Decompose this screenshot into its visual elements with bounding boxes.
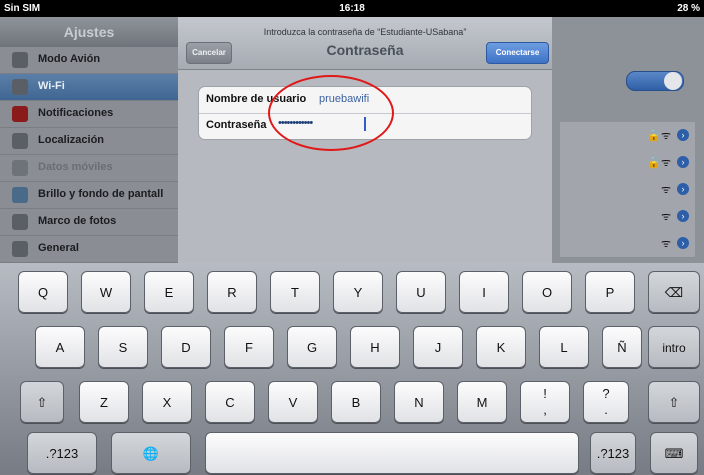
sidebar-item-brightness[interactable]: Brillo y fondo de pantall	[0, 182, 178, 209]
key-a[interactable]: A	[35, 326, 85, 368]
sidebar-item-wifi[interactable]: Wi-Fi	[0, 74, 178, 101]
settings-title: Ajustes	[0, 17, 178, 47]
wifi-icon: ᯤ	[660, 238, 671, 250]
key-n-tilde[interactable]: Ñ	[602, 326, 642, 368]
wifi-icon: ᯤ	[660, 211, 671, 223]
key-question-period[interactable]: ? .	[583, 381, 629, 423]
key-c[interactable]: C	[205, 381, 255, 423]
key-m[interactable]: M	[457, 381, 507, 423]
key-y[interactable]: Y	[333, 271, 383, 313]
key-w[interactable]: W	[81, 271, 131, 313]
globe-key-icon[interactable]: 🌐	[111, 432, 191, 474]
sidebar-item-photo-frame[interactable]: Marco de fotos	[0, 209, 178, 236]
photo-frame-icon	[12, 214, 28, 230]
chevron-right-icon[interactable]: ›	[677, 183, 689, 195]
battery-label: 28 %	[677, 3, 700, 14]
airplane-icon	[12, 52, 28, 68]
key-o[interactable]: O	[522, 271, 572, 313]
network-row[interactable]: 🔒ᯤ ›	[560, 149, 695, 177]
key-b[interactable]: B	[331, 381, 381, 423]
wifi-icon	[12, 79, 28, 95]
key-x[interactable]: X	[142, 381, 192, 423]
sidebar-item-airplane[interactable]: Modo Avión	[0, 47, 178, 74]
key-e[interactable]: E	[144, 271, 194, 313]
backspace-key-icon[interactable]: ⌫	[648, 271, 700, 313]
cellular-icon	[12, 160, 28, 176]
chevron-right-icon[interactable]: ›	[677, 237, 689, 249]
sidebar-item-notifications[interactable]: Notificaciones	[0, 101, 178, 128]
key-r[interactable]: R	[207, 271, 257, 313]
return-key[interactable]: intro	[648, 326, 700, 368]
network-row[interactable]: ᯤ ›	[560, 203, 695, 231]
toggle-knob	[664, 72, 682, 90]
hide-keyboard-key-icon[interactable]: ⌨	[650, 432, 698, 474]
lock-wifi-icon: 🔒ᯤ	[647, 130, 671, 142]
key-z[interactable]: Z	[79, 381, 129, 423]
key-g[interactable]: G	[287, 326, 337, 368]
modal-prompt: Introduzca la contraseña de “Estudiante-…	[263, 27, 467, 37]
brightness-icon	[12, 187, 28, 203]
key-p[interactable]: P	[585, 271, 635, 313]
status-bar: Sin SIM 16:18 28 %	[0, 0, 704, 17]
numbers-right-key[interactable]: .?123	[590, 432, 636, 474]
location-icon	[12, 133, 28, 149]
key-exclamation-comma[interactable]: ! ,	[520, 381, 570, 423]
chevron-right-icon[interactable]: ›	[677, 156, 689, 168]
key-t[interactable]: T	[270, 271, 320, 313]
key-j[interactable]: J	[413, 326, 463, 368]
notifications-icon	[12, 106, 28, 122]
key-s[interactable]: S	[98, 326, 148, 368]
wifi-toggle[interactable]	[626, 71, 684, 91]
chevron-right-icon[interactable]: ›	[677, 210, 689, 222]
key-i[interactable]: I	[459, 271, 509, 313]
cancel-button[interactable]: Cancelar	[186, 42, 232, 64]
key-d[interactable]: D	[161, 326, 211, 368]
space-key[interactable]	[205, 432, 579, 474]
shift-right-key-icon[interactable]: ⇧	[648, 381, 700, 423]
sidebar-item-location[interactable]: Localización	[0, 128, 178, 155]
key-q[interactable]: Q	[18, 271, 68, 313]
sidebar-item-cellular[interactable]: Datos móviles	[0, 155, 178, 182]
key-n[interactable]: N	[394, 381, 444, 423]
key-k[interactable]: K	[476, 326, 526, 368]
clock-label: 16:18	[339, 3, 365, 14]
network-row[interactable]: 🔒ᯤ ›	[560, 122, 695, 150]
wifi-icon: ᯤ	[660, 184, 671, 196]
lock-wifi-icon: 🔒ᯤ	[647, 157, 671, 169]
network-row[interactable]: ᯤ ›	[560, 230, 695, 258]
shift-left-key-icon[interactable]: ⇧	[20, 381, 64, 423]
numbers-left-key[interactable]: .?123	[27, 432, 97, 474]
key-h[interactable]: H	[350, 326, 400, 368]
chevron-right-icon[interactable]: ›	[677, 129, 689, 141]
annotation-circle	[268, 75, 394, 151]
key-u[interactable]: U	[396, 271, 446, 313]
connect-button[interactable]: Conectarse	[486, 42, 549, 64]
key-f[interactable]: F	[224, 326, 274, 368]
sidebar-item-general[interactable]: General	[0, 236, 178, 263]
password-label: Contraseña	[206, 119, 267, 131]
network-row[interactable]: ᯤ ›	[560, 176, 695, 204]
gear-icon	[12, 241, 28, 257]
key-v[interactable]: V	[268, 381, 318, 423]
key-l[interactable]: L	[539, 326, 589, 368]
